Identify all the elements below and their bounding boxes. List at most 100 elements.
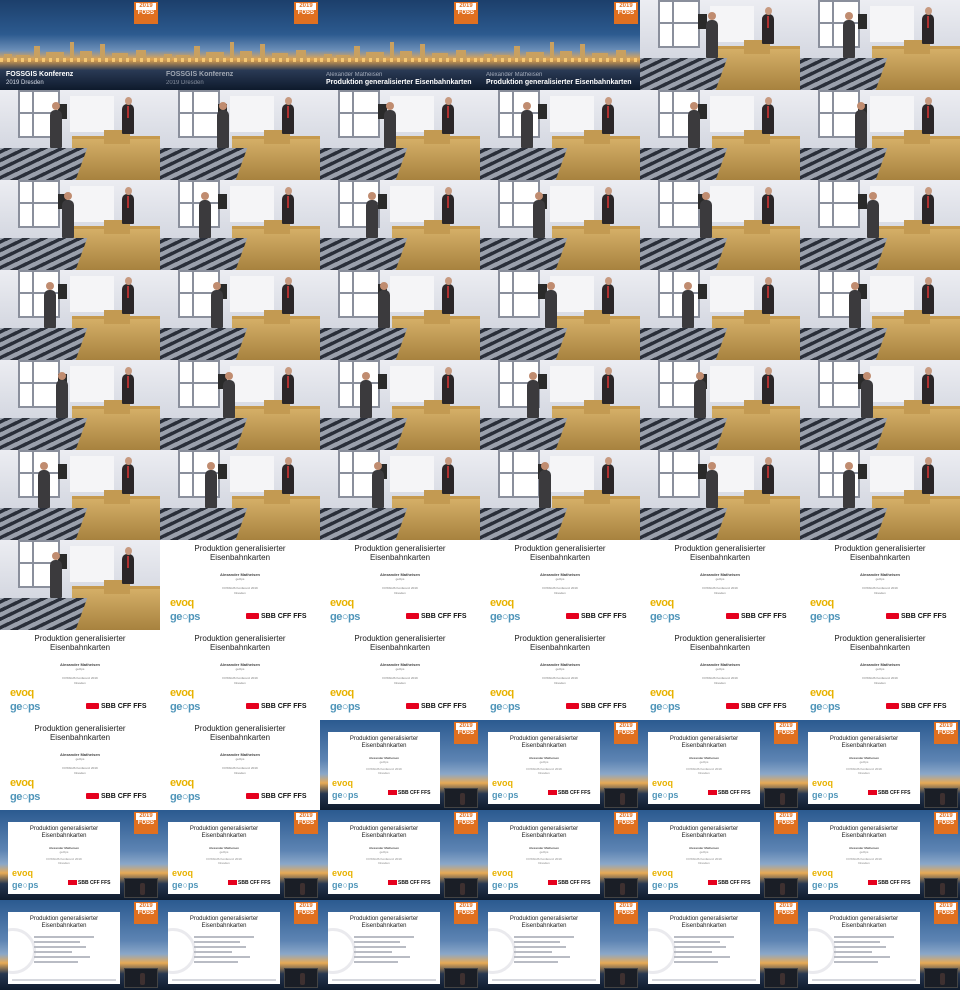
thumbnail-hall[interactable] [0,540,160,630]
thumbnail-hall[interactable] [0,180,160,270]
thumbnail-city-talk[interactable]: 2019 FOSS Alexander Matheisen Produktion ge… [480,0,640,90]
thumbnail-slide[interactable]: Produktion generalisierter Eisenbahnkarte… [320,630,480,720]
agenda-line [514,946,566,948]
thumbnail-framed-agenda[interactable]: Produktion generalisierter Eisenbahnkarte… [800,900,960,990]
thumbnail-slide[interactable]: Produktion generalisierter Eisenbahnkarte… [640,540,800,630]
thumbnail-slide[interactable]: Produktion generalisierter Eisenbahnkarte… [160,720,320,810]
thumbnail-city-faded[interactable]: 2019 FOSS FOSSGIS Konferenz 2019 Dresden [160,0,320,90]
projection-screen [390,276,434,312]
fossgis-logo: 2019 FOSS [134,812,158,834]
presenter-at-podium [922,457,934,494]
slide-decoration-circle [168,928,196,974]
thumbnail-framed[interactable]: Produktion generalisierter Eisenbahnkarte… [320,810,480,900]
thumbnail-slide[interactable]: Produktion generalisierter Eisenbahnkarte… [800,540,960,630]
thumbnail-slide[interactable]: Produktion generalisierter Eisenbahnkarte… [480,540,640,630]
fossgis-logo: 2019 FOSS [934,812,958,834]
thumbnail-framed[interactable]: Produktion generalisierter Eisenbahnkarte… [640,720,800,810]
thumbnail-slide[interactable]: Produktion generalisierter Eisenbahnkarte… [480,630,640,720]
sbb-logo: SBB CFF FFS [886,613,947,621]
thumbnail-hall[interactable] [0,450,160,540]
thumbnail-slide[interactable]: Produktion generalisierter Eisenbahnkarte… [0,720,160,810]
speaker-with-microphone [44,282,56,328]
thumbnail-hall[interactable] [0,360,160,450]
thumbnail-framed-agenda[interactable]: Produktion generalisierter Eisenbahnkarte… [160,900,320,990]
thumbnail-hall[interactable] [640,90,800,180]
thumbnail-slide[interactable]: Produktion generalisierter Eisenbahnkarte… [320,540,480,630]
thumbnail-hall[interactable] [640,450,800,540]
slide-affiliation: geOps [539,760,549,764]
thumbnail-hall[interactable] [640,360,800,450]
thumbnail-hall[interactable] [160,180,320,270]
thumbnail-hall[interactable] [480,90,640,180]
slide-title-line2: Eisenbahnkarten [521,833,567,839]
thumbnail-hall[interactable] [160,90,320,180]
thumbnail-framed[interactable]: Produktion generalisierter Eisenbahnkarte… [800,810,960,900]
speaker-with-microphone [38,462,50,508]
thumbnail-hall[interactable] [480,360,640,450]
slide-title-line1: Produktion generalisierter [349,826,419,832]
thumbnail-hall[interactable] [160,360,320,450]
speaker-with-microphone [205,462,217,508]
thumbnail-framed-agenda[interactable]: Produktion generalisierter Eisenbahnkarte… [480,900,640,990]
thumbnail-hall[interactable] [0,90,160,180]
thumbnail-slide[interactable]: Produktion generalisierter Eisenbahnkarte… [160,630,320,720]
slide-title-line2: Eisenbahnkarten [369,553,431,562]
thumbnail-framed[interactable]: Produktion generalisierter Eisenbahnkarte… [320,720,480,810]
presenter-at-podium [922,7,934,44]
logo-year: 2019 [776,813,796,820]
presenter-at-podium [122,367,134,404]
speaker-with-microphone [855,102,867,148]
slide-title-line1: Produktion generalisierter [509,826,579,832]
thumbnail-city-talk[interactable]: 2019 FOSS Alexander Matheisen Produktion ge… [320,0,480,90]
thumbnail-hall[interactable] [800,360,960,450]
thumbnail-hall[interactable] [800,180,960,270]
thumbnail-slide[interactable]: Produktion generalisierter Eisenbahnkarte… [800,630,960,720]
slide-title-line2: Eisenbahnkarten [521,923,567,929]
slide-affiliation: geOps [859,850,869,854]
thumbnail-hall[interactable] [480,270,640,360]
thumbnail-slide[interactable]: Produktion generalisierter Eisenbahnkarte… [640,630,800,720]
thumbnail-framed[interactable]: Produktion generalisierter Eisenbahnkarte… [640,810,800,900]
thumbnail-framed[interactable]: Produktion generalisierter Eisenbahnkarte… [800,720,960,810]
thumbnail-hall[interactable] [800,270,960,360]
thumbnail-hall[interactable] [640,0,800,90]
thumbnail-hall[interactable] [800,450,960,540]
slide-panel: Produktion generalisierter Eisenbahnkarte… [808,912,920,984]
thumbnail-hall[interactable] [320,90,480,180]
thumbnail-framed[interactable]: Produktion generalisierter Eisenbahnkarte… [160,810,320,900]
thumbnail-framed[interactable]: Produktion generalisierter Eisenbahnkarte… [0,810,160,900]
thumbnail-hall[interactable] [320,180,480,270]
thumbnail-slide[interactable]: Produktion generalisierter Eisenbahnkarte… [160,540,320,630]
thumbnail-hall[interactable] [160,270,320,360]
window [818,90,860,138]
thumbnail-hall[interactable] [320,360,480,450]
thumbnail-hall[interactable] [0,270,160,360]
logo-brand: FOSS [457,820,475,826]
thumbnail-framed-agenda[interactable]: Produktion generalisierter Eisenbahnkarte… [320,900,480,990]
thumbnail-hall[interactable] [320,270,480,360]
thumbnail-hall[interactable] [480,450,640,540]
thumbnail-city-title[interactable]: 2019 FOSS FOSSGIS Konferenz 2019 Dresden [0,0,160,90]
thumbnail-hall[interactable] [480,180,640,270]
slide-title-line1: Produktion generalisierter [829,916,899,922]
thumbnail-hall[interactable] [640,270,800,360]
slide-title-line1: Produktion generalisierter [834,544,926,553]
audience-seats [800,58,888,90]
thumbnail-hall[interactable] [800,0,960,90]
thumbnail-hall[interactable] [800,90,960,180]
agenda-line [194,951,232,953]
slide-affiliation: geOps [395,667,405,671]
thumbnail-hall[interactable] [160,450,320,540]
thumbnail-slide[interactable]: Produktion generalisierter Eisenbahnkarte… [0,630,160,720]
thumbnail-framed[interactable]: Produktion generalisierter Eisenbahnkarte… [480,720,640,810]
projection-screen [70,186,114,222]
presenter-at-podium [602,97,614,134]
thumbnail-framed-agenda[interactable]: Produktion generalisierter Eisenbahnkarte… [0,900,160,990]
audience-seats [800,508,888,540]
thumbnail-hall[interactable] [640,180,800,270]
thumbnail-framed-agenda[interactable]: Produktion generalisierter Eisenbahnkarte… [640,900,800,990]
thumbnail-framed[interactable]: Produktion generalisierter Eisenbahnkarte… [480,810,640,900]
thumbnail-hall[interactable] [320,450,480,540]
slide-title-line1: Produktion generalisierter [514,544,606,553]
logo-brand: FOSS [617,730,635,736]
